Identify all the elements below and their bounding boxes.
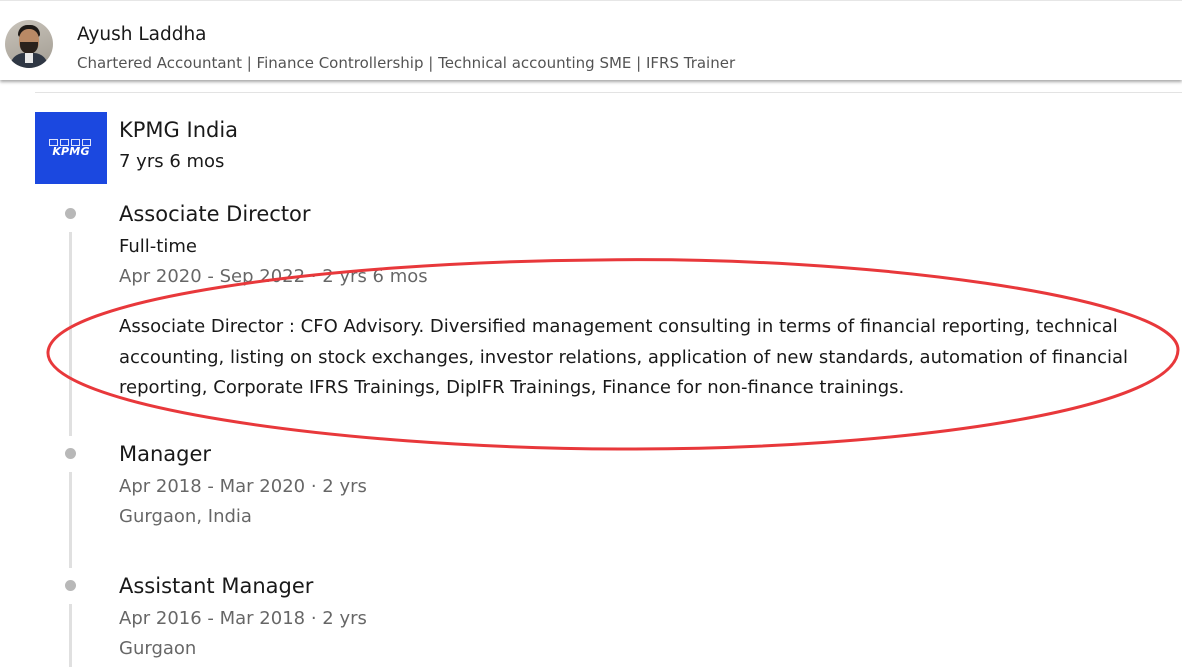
position-location: Gurgaon, India [119,506,252,527]
profile-experience-view: Ayush Laddha Chartered Accountant | Fina… [0,0,1182,667]
timeline-dot [65,448,76,459]
position-title[interactable]: Manager [119,442,211,466]
section-divider [35,92,1182,93]
position-location: Gurgaon [119,638,197,659]
timeline-line [69,232,72,436]
profile-headline: Chartered Accountant | Finance Controlle… [77,54,736,72]
timeline-line [69,472,72,568]
profile-name[interactable]: Ayush Laddha [77,24,207,45]
position-dates: Apr 2018 - Mar 2020 · 2 yrs [119,476,367,497]
company-duration: 7 yrs 6 mos [119,151,225,172]
profile-sticky-header: Ayush Laddha Chartered Accountant | Fina… [0,0,1182,80]
position-title[interactable]: Associate Director [119,202,311,226]
position-description: Associate Director : CFO Advisory. Diver… [119,316,1129,398]
timeline-line [69,604,72,667]
company-logo-text: KPMG [52,145,90,158]
avatar[interactable] [5,20,53,68]
avatar-collar [25,53,33,63]
position-title[interactable]: Assistant Manager [119,574,313,598]
position-dates: Apr 2016 - Mar 2018 · 2 yrs [119,608,367,629]
timeline-dot [65,208,76,219]
company-name[interactable]: KPMG India [119,118,238,142]
company-logo[interactable]: KPMG [35,112,107,184]
position-dates: Apr 2020 - Sep 2022 · 2 yrs 6 mos [119,266,428,287]
timeline-dot [65,580,76,591]
employment-type: Full-time [119,236,197,257]
